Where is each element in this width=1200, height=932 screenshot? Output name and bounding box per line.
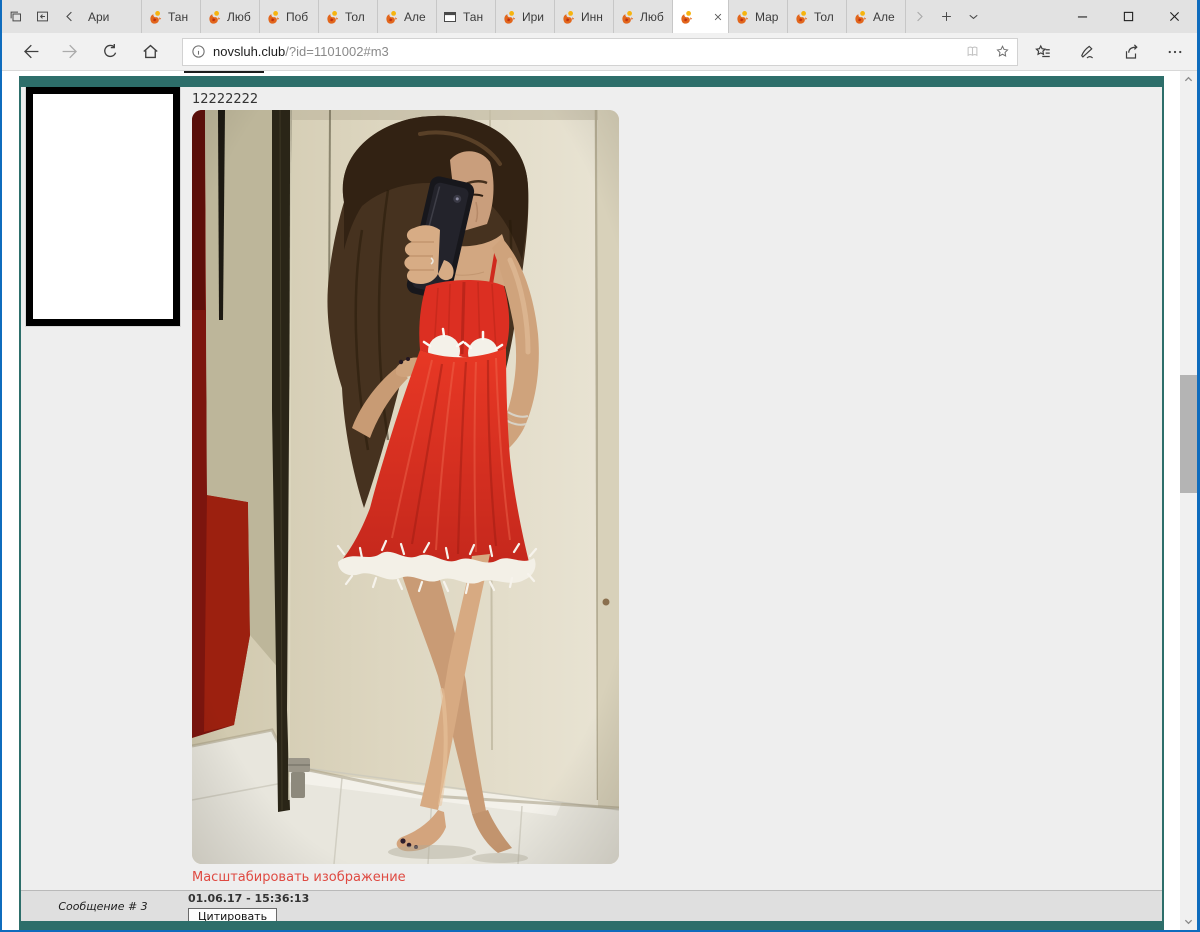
page-viewport: 12222222: [2, 71, 1197, 930]
avatar-placeholder: [26, 87, 180, 326]
forum-favicon-icon: [793, 9, 809, 25]
site-info-icon[interactable]: [183, 44, 213, 59]
scroll-tabs-left-icon[interactable]: [56, 0, 83, 33]
forum-favicon-icon: [324, 9, 340, 25]
new-tab-icon[interactable]: [933, 0, 960, 33]
scroll-down-icon[interactable]: [1180, 913, 1197, 930]
browser-tab[interactable]: Ари: [83, 0, 142, 33]
url-path: /?id=1101002#m3: [285, 44, 389, 59]
forum-favicon-icon: [678, 9, 694, 25]
vertical-scrollbar[interactable]: [1180, 71, 1197, 930]
tab-title: Тол: [814, 10, 841, 24]
tab-title: Тан: [463, 10, 490, 24]
forum-favicon-icon: [501, 9, 517, 25]
post-author: 12222222: [192, 92, 1162, 107]
url-field[interactable]: novsluh.club/?id=1101002#m3: [182, 38, 1018, 66]
url-domain: novsluh.club: [213, 44, 285, 59]
page-favicon-icon: [442, 9, 458, 25]
browser-tab[interactable]: Але: [847, 0, 906, 33]
post-timestamp: 01.06.17 - 15:36:13: [188, 893, 309, 905]
forum-favicon-icon: [560, 9, 576, 25]
tab-title: Поб: [286, 10, 313, 24]
tab-title: Тан: [168, 10, 195, 24]
tab-title: Ири: [522, 10, 549, 24]
forum-bottom-bar: [21, 921, 1162, 930]
avatar-cell: [21, 87, 185, 890]
previous-post-edge: [184, 71, 264, 73]
forward-icon[interactable]: [50, 33, 90, 70]
browser-tab[interactable]: Тол: [319, 0, 378, 33]
scroll-tabs-right-icon[interactable]: [906, 0, 933, 33]
address-bar: novsluh.club/?id=1101002#m3: [2, 33, 1197, 71]
scroll-up-icon[interactable]: [1180, 71, 1197, 88]
scale-image-link[interactable]: Масштабировать изображение: [192, 870, 406, 885]
tab-title: Але: [404, 10, 431, 24]
tab-bar: Ари Тан Люб Поб Тол Але Тан Ири: [2, 0, 1197, 33]
browser-tab[interactable]: Инн: [555, 0, 614, 33]
tabs-set-aside-icon[interactable]: [29, 0, 56, 33]
tab-title: Люб: [227, 10, 254, 24]
forum-favicon-icon: [147, 9, 163, 25]
tab-preview-chevron-icon[interactable]: [960, 0, 987, 33]
set-tabs-aside-icon[interactable]: [2, 0, 29, 33]
forum-favicon-icon: [206, 9, 222, 25]
browser-tab[interactable]: Тан: [437, 0, 496, 33]
mirror-selfie-illustration: [192, 110, 619, 864]
post-footer: Сообщение # 3 01.06.17 - 15:36:13 Цитиро…: [21, 890, 1162, 921]
maximize-button[interactable]: [1105, 0, 1151, 33]
home-icon[interactable]: [130, 33, 170, 70]
more-options-icon[interactable]: [1153, 33, 1197, 70]
window-controls: [1059, 0, 1197, 33]
post-body: 12222222: [21, 87, 1162, 890]
browser-tab[interactable]: Тан: [142, 0, 201, 33]
forum-favicon-icon: [265, 9, 281, 25]
favorite-star-icon[interactable]: [987, 44, 1017, 59]
minimize-button[interactable]: [1059, 0, 1105, 33]
scrollbar-thumb[interactable]: [1180, 375, 1197, 493]
forum-favicon-icon: [852, 9, 868, 25]
address-bar-actions: [1021, 33, 1197, 70]
tab-title: Мар: [755, 10, 782, 24]
browser-tab[interactable]: Люб: [614, 0, 673, 33]
tab-title: Инн: [581, 10, 608, 24]
message-number: Сообщение # 3: [21, 891, 185, 921]
web-note-pen-icon[interactable]: [1065, 33, 1109, 70]
refresh-icon[interactable]: [90, 33, 130, 70]
browser-tab[interactable]: Ири: [496, 0, 555, 33]
forum-post-table: 12222222: [19, 76, 1164, 930]
forum-favicon-icon: [734, 9, 750, 25]
forum-favicon-icon: [383, 9, 399, 25]
back-icon[interactable]: [10, 33, 50, 70]
message-cell: 12222222: [185, 87, 1162, 890]
browser-tab[interactable]: Люб: [201, 0, 260, 33]
forum-favicon-icon: [619, 9, 635, 25]
browser-window: Ари Тан Люб Поб Тол Але Тан Ири: [0, 0, 1200, 932]
footer-actions: 01.06.17 - 15:36:13 Цитировать: [185, 891, 309, 921]
url-text: novsluh.club/?id=1101002#m3: [213, 44, 957, 59]
browser-tab[interactable]: Тол: [788, 0, 847, 33]
tab-title: Але: [873, 10, 900, 24]
reading-view-icon[interactable]: [957, 44, 987, 59]
browser-tab[interactable]: Поб: [260, 0, 319, 33]
browser-tab[interactable]: Але: [378, 0, 437, 33]
tab-title: Тол: [345, 10, 372, 24]
post-photo[interactable]: [192, 110, 619, 864]
browser-tab-active[interactable]: [673, 0, 729, 33]
tab-title: Люб: [640, 10, 667, 24]
tab-close-icon[interactable]: [713, 12, 723, 22]
forum-top-bar: [21, 76, 1162, 87]
share-icon[interactable]: [1109, 33, 1153, 70]
browser-tab[interactable]: Мар: [729, 0, 788, 33]
close-button[interactable]: [1151, 0, 1197, 33]
tab-title: Ари: [88, 10, 136, 24]
hub-favorites-icon[interactable]: [1021, 33, 1065, 70]
